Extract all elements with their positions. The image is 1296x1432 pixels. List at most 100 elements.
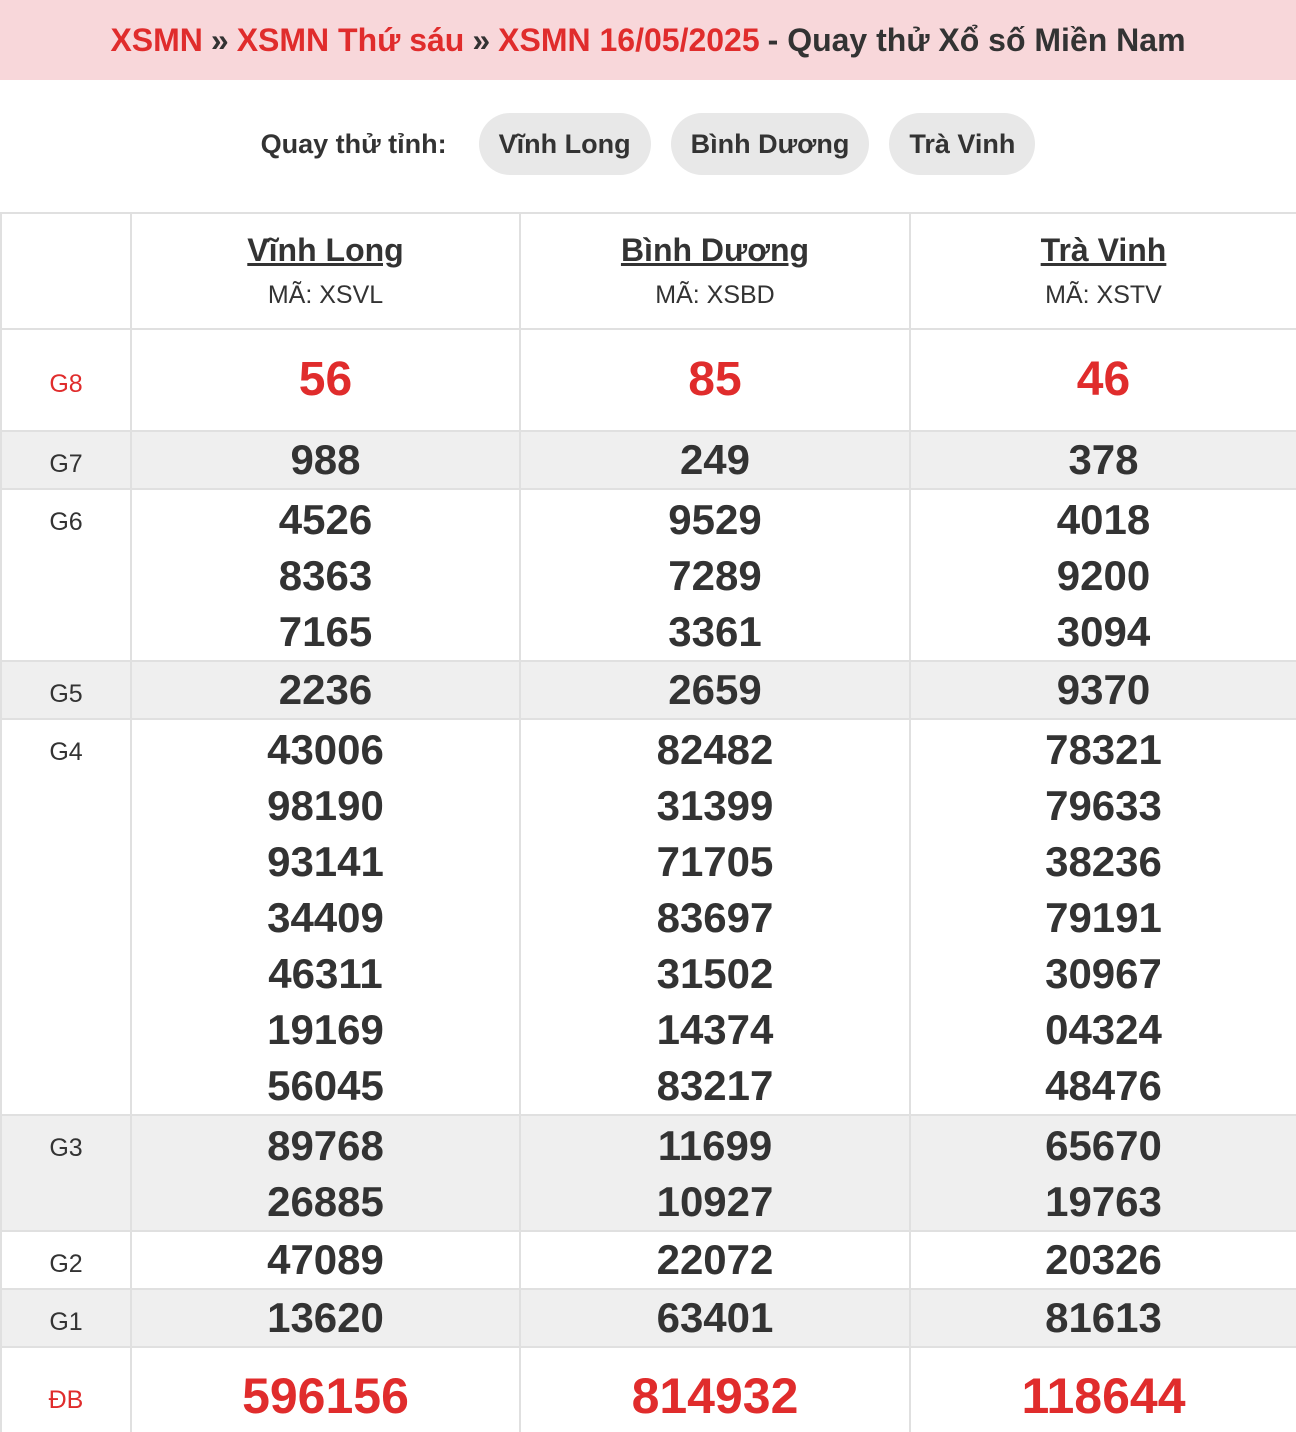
prize-number: 596156 bbox=[242, 1368, 409, 1424]
breadcrumb-separator: » bbox=[210, 21, 229, 58]
prize-number: 19763 bbox=[1045, 1178, 1162, 1225]
prize-label: G5 bbox=[0, 660, 132, 720]
prize-cell: 89768 26885 bbox=[130, 1114, 521, 1232]
prize-cell: 11699 10927 bbox=[519, 1114, 911, 1232]
breadcrumb-xsmn-date[interactable]: XSMN 16/05/2025 bbox=[498, 22, 760, 59]
prize-number: 83217 bbox=[656, 1062, 774, 1109]
prize-number: 2236 bbox=[278, 666, 373, 713]
prize-number: 9370 bbox=[1056, 666, 1151, 713]
prize-row-g2: G2 47089 22072 20326 bbox=[0, 1230, 1296, 1290]
prize-cell: 46 bbox=[909, 328, 1296, 432]
prize-number: 63401 bbox=[656, 1294, 774, 1341]
prize-number: 3094 bbox=[1056, 608, 1151, 655]
prize-cell: 47089 bbox=[130, 1230, 521, 1290]
prize-number: 85 bbox=[688, 353, 742, 406]
province-link-vinh-long[interactable]: Vĩnh Long bbox=[132, 232, 519, 269]
prize-cell: 20326 bbox=[909, 1230, 1296, 1290]
prize-label: G7 bbox=[0, 430, 132, 490]
prize-row-g5: G5 2236 2659 9370 bbox=[0, 660, 1296, 720]
prize-number: 30967 bbox=[1045, 950, 1162, 997]
prize-number: 10927 bbox=[656, 1178, 774, 1225]
breadcrumb-separator: » bbox=[472, 21, 491, 58]
prize-number: 7165 bbox=[278, 608, 373, 655]
prize-number: 31399 bbox=[656, 782, 774, 829]
prize-cell: 378 bbox=[909, 430, 1296, 490]
prize-cell: 4526 8363 7165 bbox=[130, 488, 521, 662]
prize-number: 71705 bbox=[656, 838, 774, 885]
prize-row-g3: G3 89768 26885 11699 10927 65670 19763 bbox=[0, 1114, 1296, 1232]
prize-number: 9529 bbox=[668, 496, 762, 543]
prize-label: G4 bbox=[0, 718, 132, 1116]
prize-label: G3 bbox=[0, 1114, 132, 1232]
prize-number: 56045 bbox=[267, 1062, 384, 1109]
prize-number: 38236 bbox=[1045, 838, 1162, 885]
prize-number: 8363 bbox=[278, 552, 373, 599]
prize-row-g4: G4 43006 98190 93141 34409 46311 19169 56045 824… bbox=[0, 718, 1296, 1116]
prize-number: 988 bbox=[290, 436, 361, 483]
table-header-row: Vĩnh Long MÃ: XSVL Bình Dương MÃ: XSBD T… bbox=[0, 212, 1296, 330]
prize-cell: 814932 bbox=[519, 1346, 911, 1432]
prize-number: 83697 bbox=[656, 894, 774, 941]
prize-number: 3361 bbox=[668, 608, 762, 655]
prize-cell: 4018 9200 3094 bbox=[909, 488, 1296, 662]
prize-cell: 82482 31399 71705 83697 31502 14374 83217 bbox=[519, 718, 911, 1116]
prize-number: 34409 bbox=[267, 894, 384, 941]
prize-cell: 118644 bbox=[909, 1346, 1296, 1432]
prize-number: 118644 bbox=[1021, 1368, 1186, 1424]
prize-number: 46 bbox=[1076, 353, 1131, 406]
province-code: MÃ: XSTV bbox=[1045, 281, 1162, 309]
prize-number: 7289 bbox=[668, 552, 762, 599]
prize-row-g1: G1 13620 63401 81613 bbox=[0, 1288, 1296, 1348]
prize-cell: 78321 79633 38236 79191 30967 04324 48476 bbox=[909, 718, 1296, 1116]
prize-number: 78321 bbox=[1045, 726, 1162, 773]
prize-cell: 988 bbox=[130, 430, 521, 490]
prize-row-g8: G8 56 85 46 bbox=[0, 328, 1296, 432]
province-button-vinh-long[interactable]: Vĩnh Long bbox=[478, 113, 651, 175]
prize-label: ĐB bbox=[0, 1346, 132, 1432]
header-empty-cell bbox=[0, 212, 132, 330]
title-suffix: - Quay thử Xổ số Miền Nam bbox=[767, 21, 1186, 58]
prize-cell: 22072 bbox=[519, 1230, 911, 1290]
prize-number: 79191 bbox=[1045, 894, 1162, 941]
prize-number: 19169 bbox=[267, 1006, 384, 1053]
prize-number: 4526 bbox=[278, 496, 373, 543]
prize-cell: 2236 bbox=[130, 660, 521, 720]
prize-cell: 596156 bbox=[130, 1346, 521, 1432]
prize-cell: 85 bbox=[519, 328, 911, 432]
prize-cell: 56 bbox=[130, 328, 521, 432]
breadcrumb-xsmn[interactable]: XSMN bbox=[110, 22, 202, 59]
prize-number: 22072 bbox=[656, 1236, 774, 1283]
prize-number: 48476 bbox=[1045, 1062, 1162, 1109]
prize-cell: 9529 7289 3361 bbox=[519, 488, 911, 662]
prize-number: 81613 bbox=[1045, 1294, 1162, 1341]
column-header-vinh-long: Vĩnh Long MÃ: XSVL bbox=[130, 212, 521, 330]
breadcrumb-xsmn-thu-sau[interactable]: XSMN Thứ sáu bbox=[237, 22, 465, 59]
province-link-binh-duong[interactable]: Bình Dương bbox=[521, 232, 909, 269]
province-code: MÃ: XSBD bbox=[655, 281, 775, 309]
prize-number: 98190 bbox=[267, 782, 384, 829]
prize-number: 26885 bbox=[267, 1178, 384, 1225]
column-header-tra-vinh: Trà Vinh MÃ: XSTV bbox=[909, 212, 1296, 330]
prize-cell: 249 bbox=[519, 430, 911, 490]
prize-number: 04324 bbox=[1045, 1006, 1162, 1053]
province-selector: Quay thử tỉnh: Vĩnh Long Bình Dương Trà … bbox=[0, 80, 1296, 212]
prize-number: 2659 bbox=[668, 666, 762, 713]
prize-number: 46311 bbox=[268, 950, 383, 997]
column-header-binh-duong: Bình Dương MÃ: XSBD bbox=[519, 212, 911, 330]
province-button-binh-duong[interactable]: Bình Dương bbox=[670, 113, 870, 175]
prize-row-g6: G6 4526 8363 7165 9529 7289 3361 4018 9200 3094 bbox=[0, 488, 1296, 662]
prize-cell: 81613 bbox=[909, 1288, 1296, 1348]
prize-cell: 65670 19763 bbox=[909, 1114, 1296, 1232]
prize-cell: 13620 bbox=[130, 1288, 521, 1348]
prize-label: G8 bbox=[0, 328, 132, 432]
prize-label: G2 bbox=[0, 1230, 132, 1290]
prize-number: 249 bbox=[679, 436, 751, 483]
province-link-tra-vinh[interactable]: Trà Vinh bbox=[911, 232, 1296, 269]
prize-number: 89768 bbox=[267, 1122, 384, 1169]
prize-row-db: ĐB 596156 814932 118644 bbox=[0, 1346, 1296, 1432]
province-button-tra-vinh[interactable]: Trà Vinh bbox=[889, 113, 1036, 175]
prize-number: 79633 bbox=[1045, 782, 1162, 829]
prize-label: G6 bbox=[0, 488, 132, 662]
prize-number: 65670 bbox=[1045, 1122, 1162, 1169]
prize-row-g7: G7 988 249 378 bbox=[0, 430, 1296, 490]
